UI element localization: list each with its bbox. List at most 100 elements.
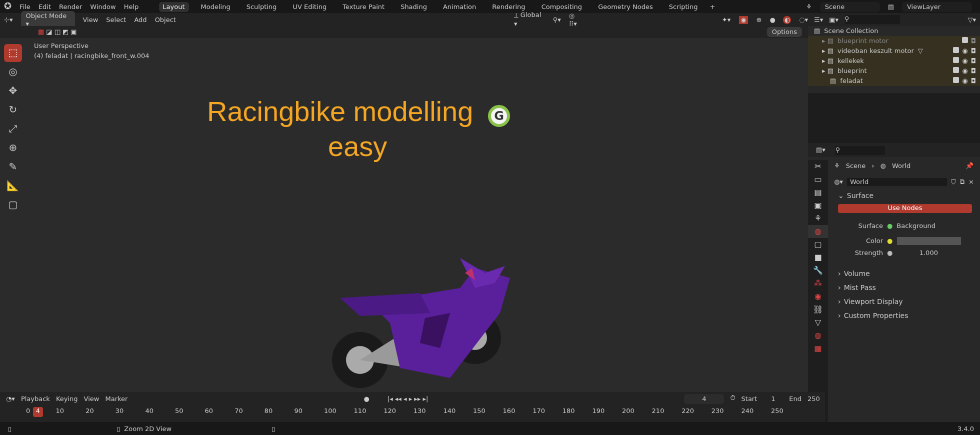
outliner-item[interactable]: ▸ ▤ kellekek ◉ ◘: [808, 56, 980, 66]
tab-uv-editing[interactable]: UV Editing: [289, 2, 331, 12]
cursor-icon[interactable]: ◎: [4, 63, 22, 81]
3d-viewport[interactable]: User Perspective (4) feladat | racingbik…: [0, 38, 808, 392]
tab-animation[interactable]: Animation: [439, 2, 480, 12]
breadcrumb-world[interactable]: World: [892, 162, 911, 170]
editor-type-icon[interactable]: ⊹▾: [4, 16, 13, 24]
shading-wireframe-icon[interactable]: ⊕: [756, 16, 761, 24]
menu-add[interactable]: Add: [134, 16, 147, 24]
material-tab-icon[interactable]: ◍: [808, 329, 828, 342]
eye-icon[interactable]: ◉: [962, 77, 968, 85]
particles-tab-icon[interactable]: ⁂: [808, 277, 828, 290]
menu-marker[interactable]: Marker: [105, 395, 127, 403]
camera-icon[interactable]: ◘: [971, 57, 976, 65]
current-frame-field[interactable]: 4: [684, 393, 725, 404]
breadcrumb-scene[interactable]: Scene: [846, 162, 866, 170]
world-name-field[interactable]: World: [846, 178, 947, 186]
camera-icon[interactable]: ◘: [971, 77, 976, 85]
tab-shading[interactable]: Shading: [397, 2, 431, 12]
display-mode-icon[interactable]: ☰▾: [814, 16, 823, 24]
volume-panel[interactable]: › Volume: [808, 267, 980, 281]
select-subtract-icon[interactable]: ◫: [54, 28, 60, 36]
texture-tab-icon[interactable]: ▦: [808, 342, 828, 355]
menu-object[interactable]: Object: [155, 16, 176, 24]
mist-pass-panel[interactable]: › Mist Pass: [808, 281, 980, 295]
shading-rendered-icon[interactable]: ◌▾: [799, 16, 808, 24]
start-field[interactable]: 1: [763, 395, 783, 403]
pin-icon[interactable]: 📌: [966, 162, 974, 170]
tool-tab-icon[interactable]: ✂: [808, 160, 828, 173]
editor-type-icon[interactable]: ◔▾: [6, 395, 15, 403]
shading-material-icon[interactable]: ◐: [783, 15, 792, 24]
frame-ruler[interactable]: 0 10 20 30 40 50 60 70 80 90 100 110 120 130 140 150 160…: [0, 407, 825, 417]
end-field[interactable]: 250: [808, 395, 820, 403]
move-icon[interactable]: ✥: [4, 82, 22, 100]
checkbox[interactable]: [953, 57, 960, 63]
filter-icon[interactable]: ▽▾: [968, 16, 976, 24]
outliner-item[interactable]: ▤ feladat ◉ ◘: [808, 76, 980, 86]
collection-tab-icon[interactable]: ▢: [808, 238, 828, 251]
select-intersect-icon[interactable]: ▣: [71, 28, 77, 36]
output-tab-icon[interactable]: ▤: [808, 186, 828, 199]
camera-icon[interactable]: ◘: [971, 47, 976, 55]
color-swatch[interactable]: [896, 237, 961, 245]
menu-help[interactable]: Help: [124, 3, 139, 11]
tab-layout[interactable]: Layout: [158, 1, 189, 12]
strength-field[interactable]: 1.000: [897, 249, 961, 257]
blender-logo-icon[interactable]: ✪: [4, 2, 12, 12]
select-box-icon[interactable]: ⬚: [4, 44, 22, 62]
custom-properties-panel[interactable]: › Custom Properties: [808, 309, 980, 323]
annotate-icon[interactable]: ✎: [4, 158, 22, 176]
camera-icon[interactable]: ◘: [971, 37, 976, 45]
filter-view-icon[interactable]: ▣▾: [829, 16, 838, 24]
snap-icon[interactable]: ⚲▾: [553, 16, 561, 24]
tab-texture-paint[interactable]: Texture Paint: [339, 2, 389, 12]
modifier-tab-icon[interactable]: 🔧: [808, 264, 828, 277]
scene-selector[interactable]: Scene: [819, 1, 880, 12]
select-new-icon[interactable]: ▦: [38, 28, 44, 36]
editor-type-icon[interactable]: ▤▾: [816, 146, 825, 154]
racingbike-model[interactable]: [300, 218, 530, 418]
physics-tab-icon[interactable]: ◉: [808, 290, 828, 303]
render-tab-icon[interactable]: ▭: [808, 173, 828, 186]
menu-select[interactable]: Select: [106, 16, 126, 24]
menu-keying[interactable]: Keying: [56, 395, 78, 403]
eye-icon[interactable]: ◉: [962, 57, 968, 65]
viewport-display-panel[interactable]: › Viewport Display: [808, 295, 980, 309]
gizmo-icon[interactable]: ✦▾: [722, 16, 731, 24]
fake-user-icon[interactable]: ⛉: [951, 178, 956, 187]
add-workspace-icon[interactable]: +: [710, 3, 715, 11]
rotate-icon[interactable]: ↻: [4, 101, 22, 119]
eye-icon[interactable]: ◉: [962, 67, 968, 75]
checkbox[interactable]: [953, 47, 960, 53]
close-icon[interactable]: ×: [968, 178, 973, 186]
playhead[interactable]: 4: [33, 407, 43, 417]
menu-render[interactable]: Render: [59, 3, 82, 11]
outliner-item[interactable]: ▸ ▤ videoban keszult motor ▽ ◉ ◘: [808, 46, 980, 56]
use-nodes-button[interactable]: Use Nodes: [838, 204, 972, 213]
tab-compositing[interactable]: Compositing: [537, 2, 586, 12]
select-extend-icon[interactable]: ◪: [46, 28, 52, 36]
menu-file[interactable]: File: [20, 3, 31, 11]
eye-icon[interactable]: ◉: [962, 47, 968, 55]
surface-value[interactable]: Background: [897, 222, 936, 230]
menu-edit[interactable]: Edit: [38, 3, 51, 11]
surface-panel-header[interactable]: ⌄ Surface: [808, 189, 980, 203]
world-icon[interactable]: ◍▾: [834, 178, 843, 186]
menu-view[interactable]: View: [84, 395, 99, 403]
outliner-search[interactable]: ⚲: [844, 15, 900, 24]
overlay-icon[interactable]: ◉: [738, 15, 749, 24]
outliner-item[interactable]: ▸ ▤ blueprint ◉ ◘: [808, 66, 980, 76]
viewlayer-selector[interactable]: ViewLayer: [902, 1, 972, 12]
scene-tab-icon[interactable]: ⚘: [808, 212, 828, 225]
view-layer-tab-icon[interactable]: ▣: [808, 199, 828, 212]
tab-sculpting[interactable]: Sculpting: [242, 2, 280, 12]
properties-search[interactable]: ⚲: [835, 145, 886, 155]
options-button[interactable]: Options: [766, 27, 802, 37]
tab-modeling[interactable]: Modeling: [197, 2, 235, 12]
add-cube-icon[interactable]: ▢: [4, 196, 22, 214]
shading-solid-icon[interactable]: ●: [770, 16, 776, 24]
camera-icon[interactable]: ◘: [971, 67, 976, 75]
menu-view[interactable]: View: [83, 16, 98, 24]
menu-window[interactable]: Window: [90, 3, 116, 11]
outliner-item[interactable]: ▸ ▤ blueprint motor ◘: [808, 36, 980, 46]
